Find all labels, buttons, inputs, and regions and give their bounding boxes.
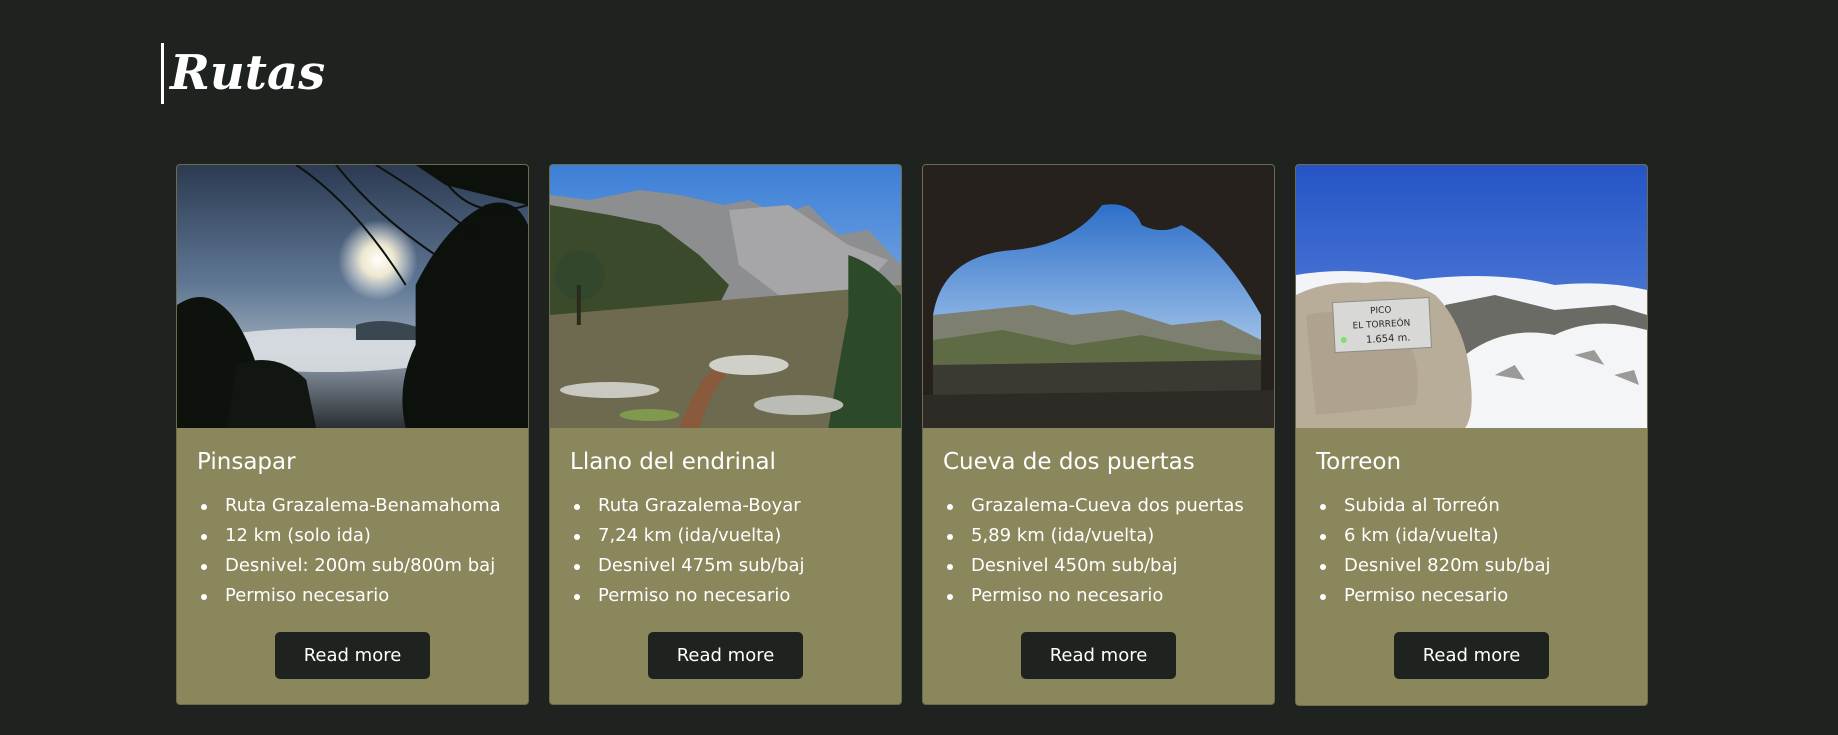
card-body: Llano del endrinal Ruta Grazalema-Boyar … [550,428,901,704]
route-detail-item: Ruta Grazalema-Benamahoma [197,491,508,521]
route-card-pinsapar: Pinsapar Ruta Grazalema-Benamahoma 12 km… [176,164,529,705]
card-title: Torreon [1316,449,1402,475]
route-card-torreon: PICO EL TORREÓN 1.654 m. Torreon Subida … [1295,164,1648,706]
route-detail-item: Permiso necesario [197,581,508,611]
page-title: Rutas [170,45,326,101]
route-details: Ruta Grazalema-Boyar 7,24 km (ida/vuelta… [570,491,881,611]
route-details: Subida al Torreón 6 km (ida/vuelta) Desn… [1316,491,1627,611]
card-title: Llano del endrinal [570,449,776,475]
summit-sign-text: 1.654 m. [1366,332,1411,345]
route-detail-item: Desnivel 475m sub/baj [570,551,881,581]
route-photo-cueva-de-dos-puertas [923,165,1274,428]
route-detail-item: Subida al Torreón [1316,491,1627,521]
route-photo-llano-del-endrinal [550,165,901,428]
read-more-button[interactable]: Read more [1021,632,1176,679]
route-photo-torreon: PICO EL TORREÓN 1.654 m. [1296,165,1647,428]
route-cards: Pinsapar Ruta Grazalema-Benamahoma 12 km… [176,164,1648,706]
route-photo-pinsapar [177,165,528,428]
card-body: Pinsapar Ruta Grazalema-Benamahoma 12 km… [177,428,528,704]
route-card-cueva-de-dos-puertas: Cueva de dos puertas Grazalema-Cueva dos… [922,164,1275,705]
card-title: Pinsapar [197,449,296,475]
route-detail-item: 7,24 km (ida/vuelta) [570,521,881,551]
route-detail-item: 6 km (ida/vuelta) [1316,521,1627,551]
card-title: Cueva de dos puertas [943,449,1195,475]
read-more-button[interactable]: Read more [275,632,430,679]
page-header: Rutas [161,43,325,104]
route-detail-item: 5,89 km (ida/vuelta) [943,521,1254,551]
route-detail-item: Permiso no necesario [570,581,881,611]
route-detail-item: Desnivel: 200m sub/800m baj [197,551,508,581]
card-body: Torreon Subida al Torreón 6 km (ida/vuel… [1296,428,1647,705]
route-detail-item: Permiso no necesario [943,581,1254,611]
route-details: Ruta Grazalema-Benamahoma 12 km (solo id… [197,491,508,611]
route-detail-item: Permiso necesario [1316,581,1627,611]
route-detail-item: Desnivel 820m sub/baj [1316,551,1627,581]
route-details: Grazalema-Cueva dos puertas 5,89 km (ida… [943,491,1254,611]
route-detail-item: 12 km (solo ida) [197,521,508,551]
read-more-button[interactable]: Read more [648,632,803,679]
card-body: Cueva de dos puertas Grazalema-Cueva dos… [923,428,1274,704]
summit-sign-text: PICO [1370,305,1392,316]
read-more-button[interactable]: Read more [1394,632,1549,679]
route-detail-item: Grazalema-Cueva dos puertas [943,491,1254,521]
route-detail-item: Ruta Grazalema-Boyar [570,491,881,521]
route-card-llano-del-endrinal: Llano del endrinal Ruta Grazalema-Boyar … [549,164,902,705]
route-detail-item: Desnivel 450m sub/baj [943,551,1254,581]
